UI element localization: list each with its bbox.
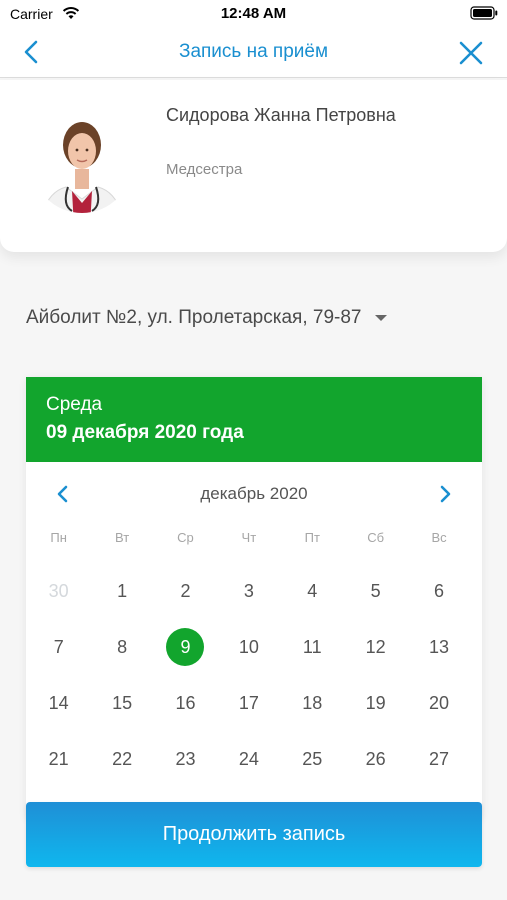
calendar-day[interactable]: 26	[344, 731, 407, 787]
calendar-day[interactable]: 6	[407, 563, 470, 619]
month-label: декабрь 2020	[200, 484, 308, 503]
calendar-day: 30	[48, 580, 69, 601]
calendar-day[interactable]: 11	[281, 619, 344, 675]
weekday-label: Сб	[367, 530, 385, 545]
weekday-label: Пн	[50, 530, 67, 545]
doctor-card: Сидорова Жанна Петровна Медсестра	[0, 80, 507, 252]
calendar-day[interactable]: 27	[407, 731, 470, 787]
doctor-role: Медсестра	[166, 161, 243, 178]
calendar-day[interactable]: 23	[154, 731, 217, 787]
calendar-day[interactable]: 22	[90, 731, 153, 787]
weekday-label: Вс	[431, 530, 447, 545]
calendar-day-selected[interactable]: 9	[154, 619, 217, 675]
weekday-label: Ср	[177, 530, 194, 545]
chevron-right-icon[interactable]	[434, 483, 456, 505]
close-icon[interactable]	[456, 38, 486, 68]
calendar-day[interactable]: 10	[217, 619, 280, 675]
calendar-day[interactable]: 17	[217, 675, 280, 731]
doctor-avatar	[32, 113, 132, 213]
calendar-day[interactable]: 16	[154, 675, 217, 731]
calendar-day[interactable]: 4	[281, 563, 344, 619]
nav-bar: Запись на приём	[0, 28, 507, 78]
selected-weekday: Среда	[46, 394, 103, 415]
calendar-card: Среда 09 декабря 2020 года декабрь 2020 …	[26, 377, 482, 817]
status-bar: Carrier 12:48 AM	[0, 0, 507, 28]
calendar-day[interactable]: 3	[217, 563, 280, 619]
calendar-day[interactable]: 8	[90, 619, 153, 675]
calendar-day[interactable]: 15	[90, 675, 153, 731]
status-time: 12:48 AM	[220, 5, 287, 22]
calendar-day[interactable]: 20	[407, 675, 470, 731]
calendar-day[interactable]: 1	[90, 563, 153, 619]
weekday-label: Пт	[304, 530, 320, 545]
calendar-day[interactable]: 12	[344, 619, 407, 675]
weekday-label: Вт	[114, 530, 130, 545]
doctor-name: Сидорова Жанна Петровна	[166, 105, 396, 125]
calendar-day[interactable]: 18	[281, 675, 344, 731]
caret-down-icon	[374, 315, 387, 321]
page-title: Запись на приём	[178, 41, 329, 62]
clinic-select[interactable]: Айболит №2, ул. Пролетарская, 79-87	[26, 305, 388, 331]
weekday-label: Чт	[241, 530, 257, 545]
clinic-select-value: Айболит №2, ул. Пролетарская, 79-87	[26, 307, 362, 328]
calendar-day[interactable]: 25	[281, 731, 344, 787]
calendar-day[interactable]: 19	[344, 675, 407, 731]
chevron-left-icon[interactable]	[52, 483, 74, 505]
calendar-day[interactable]: 5	[344, 563, 407, 619]
calendar-day[interactable]: 14	[27, 675, 90, 731]
calendar-day[interactable]: 24	[217, 731, 280, 787]
calendar-header: Среда 09 декабря 2020 года	[26, 377, 482, 462]
calendar-day[interactable]: 2	[154, 563, 217, 619]
calendar-day[interactable]: 13	[407, 619, 470, 675]
calendar-day[interactable]: 21	[27, 731, 90, 787]
battery-icon	[470, 6, 498, 20]
chevron-left-icon[interactable]	[18, 38, 46, 66]
calendar-day[interactable]: 7	[27, 619, 90, 675]
selected-date: 09 декабря 2020 года	[46, 422, 244, 443]
continue-button[interactable]: Продолжить запись	[26, 802, 482, 867]
days-grid: 30 1 2 3 4 5 6 7 8 9 10 11 12 13 14 15 16 17 18 19 20 21 22 23 2…	[26, 563, 482, 787]
weekday-header-row: Пн Вт Ср Чт Пт Сб Вс	[26, 530, 482, 550]
